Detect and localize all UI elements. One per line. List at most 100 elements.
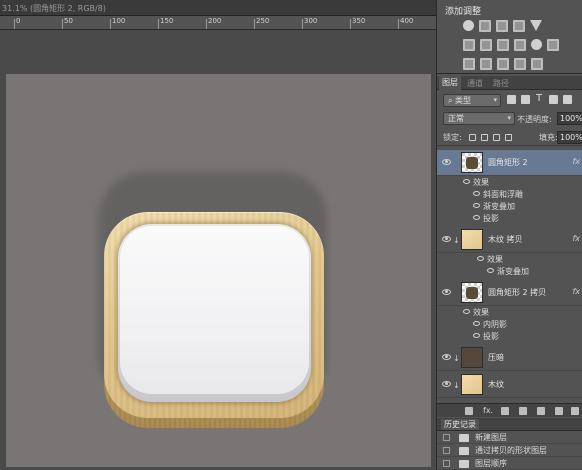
visibility-eye-icon[interactable] [487, 268, 494, 273]
brightness-contrast-icon[interactable] [463, 20, 474, 31]
lock-position-icon[interactable] [493, 134, 500, 141]
history-snapshot-checkbox[interactable] [443, 460, 450, 467]
effects-group-row[interactable]: 效果 [437, 177, 582, 188]
threshold-icon[interactable] [497, 58, 509, 70]
workspace [0, 30, 436, 470]
photo-filter-icon[interactable] [514, 39, 526, 51]
history-item[interactable]: 通过拷贝的形状图层 [437, 444, 582, 457]
effect-name: 斜面和浮雕 [483, 190, 523, 199]
visibility-eye-icon[interactable] [477, 256, 484, 261]
fx-icon[interactable]: fx [572, 234, 580, 243]
adjustments-row-1 [463, 20, 542, 32]
opacity-label: 不透明度: [517, 115, 552, 124]
visibility-eye-icon[interactable] [442, 236, 451, 242]
visibility-eye-icon[interactable] [463, 179, 470, 184]
channel-mixer-icon[interactable] [531, 39, 542, 50]
fx-icon[interactable]: fx [572, 157, 580, 166]
canvas[interactable] [6, 74, 431, 467]
visibility-eye-icon[interactable] [473, 215, 480, 220]
black-white-icon[interactable] [497, 39, 509, 51]
history-snapshot-checkbox[interactable] [443, 434, 450, 441]
add-layer-style-icon[interactable]: fx. [483, 407, 493, 415]
ruler-number: 150 [160, 17, 174, 25]
link-layers-icon[interactable] [465, 407, 473, 415]
visibility-eye-icon[interactable] [473, 321, 480, 326]
posterize-icon[interactable] [480, 58, 492, 70]
layer-row[interactable]: ↓ 木纹 [437, 372, 582, 398]
history-item[interactable]: 新建图层 [437, 431, 582, 444]
delete-layer-icon[interactable] [571, 407, 579, 415]
effect-row[interactable]: 投影 [437, 331, 582, 342]
visibility-eye-icon[interactable] [442, 381, 451, 387]
filter-shape-icon[interactable] [549, 95, 558, 104]
opacity-field[interactable]: 100% [557, 112, 582, 125]
effect-row[interactable]: 斜面和浮雕 [437, 189, 582, 200]
gradient-map-icon[interactable] [514, 58, 526, 70]
layer-row[interactable]: 圆角矩形 2 fx [437, 150, 582, 176]
effect-row[interactable]: 渐变叠加 [437, 266, 582, 277]
new-layer-icon[interactable] [555, 407, 563, 415]
invert-icon[interactable] [463, 58, 475, 70]
filter-pixel-icon[interactable] [507, 95, 516, 104]
curves-icon[interactable] [496, 20, 508, 32]
visibility-eye-icon[interactable] [463, 309, 470, 314]
effects-label: 效果 [473, 308, 489, 317]
visibility-eye-icon[interactable] [473, 333, 480, 338]
document-tab[interactable]: 31.1% (圆角矩形 2, RGB/8) [0, 0, 436, 16]
fx-icon[interactable]: fx [572, 287, 580, 296]
visibility-eye-icon[interactable] [442, 289, 451, 295]
tab-history[interactable]: 历史记录 [441, 419, 479, 430]
selective-color-icon[interactable] [531, 58, 543, 70]
filter-smart-object-icon[interactable] [563, 95, 572, 104]
layer-row[interactable]: ↓ 木纹 拷贝 fx [437, 227, 582, 253]
visibility-eye-icon[interactable] [442, 159, 451, 165]
layer-row[interactable]: 圆角矩形 2 拷贝 fx [437, 280, 582, 306]
ruler-tick [398, 19, 399, 29]
history-action-icon [459, 460, 469, 468]
exposure-icon[interactable] [513, 20, 525, 32]
tab-paths[interactable]: 路径 [493, 78, 509, 89]
hue-saturation-icon[interactable] [463, 39, 475, 51]
visibility-eye-icon[interactable] [473, 191, 480, 196]
effect-row[interactable]: 投影 [437, 213, 582, 224]
ruler-number: 400 [400, 17, 414, 25]
levels-icon[interactable] [479, 20, 491, 32]
layer-thumbnail [461, 282, 483, 303]
effects-group-row[interactable]: 效果 [437, 307, 582, 318]
new-adjustment-layer-icon[interactable] [519, 407, 527, 415]
filter-type-icon[interactable]: T [536, 94, 545, 104]
history-snapshot-checkbox[interactable] [443, 447, 450, 454]
tab-channels[interactable]: 通道 [467, 78, 483, 89]
lock-all-icon[interactable] [505, 134, 512, 141]
layer-name: 木纹 [488, 380, 504, 389]
effect-name: 投影 [483, 332, 499, 341]
layer-thumbnail [461, 229, 483, 250]
visibility-eye-icon[interactable] [442, 354, 451, 360]
tab-layers[interactable]: 图层 [439, 76, 461, 90]
lock-transparent-pixels-icon[interactable] [469, 134, 476, 141]
history-item[interactable]: 图层顺序 [437, 457, 582, 470]
effect-row[interactable]: 渐变叠加 [437, 201, 582, 212]
vibrance-icon[interactable] [530, 20, 542, 31]
effect-name: 渐变叠加 [497, 267, 529, 276]
history-action-icon [459, 447, 469, 455]
new-group-icon[interactable] [537, 407, 545, 415]
effect-row[interactable]: 内阴影 [437, 319, 582, 330]
lock-image-pixels-icon[interactable] [481, 134, 488, 141]
effects-group-row[interactable]: 效果 [437, 254, 582, 265]
visibility-eye-icon[interactable] [473, 203, 480, 208]
filter-kind-select[interactable]: ⌕ 类型 ▾ [443, 94, 501, 107]
layer-row[interactable]: ↓ 压暗 [437, 345, 582, 371]
effect-name: 投影 [483, 214, 499, 223]
chevron-down-icon: ▾ [493, 96, 497, 104]
add-mask-icon[interactable] [501, 407, 509, 415]
color-balance-icon[interactable] [480, 39, 492, 51]
filter-adjustment-icon[interactable] [521, 95, 530, 104]
right-panels: 添加调整 图层 通道 路径 ⌕ 类型 ▾ T 正常 ▾ 不透明度: 100% 锁… [436, 0, 582, 470]
ruler-tick [350, 19, 351, 29]
fill-label: 填充: [539, 133, 558, 142]
ruler-tick [62, 19, 63, 29]
fill-field[interactable]: 100% [557, 131, 582, 144]
color-lookup-icon[interactable] [547, 39, 559, 51]
blend-mode-select[interactable]: 正常 ▾ [443, 112, 515, 125]
